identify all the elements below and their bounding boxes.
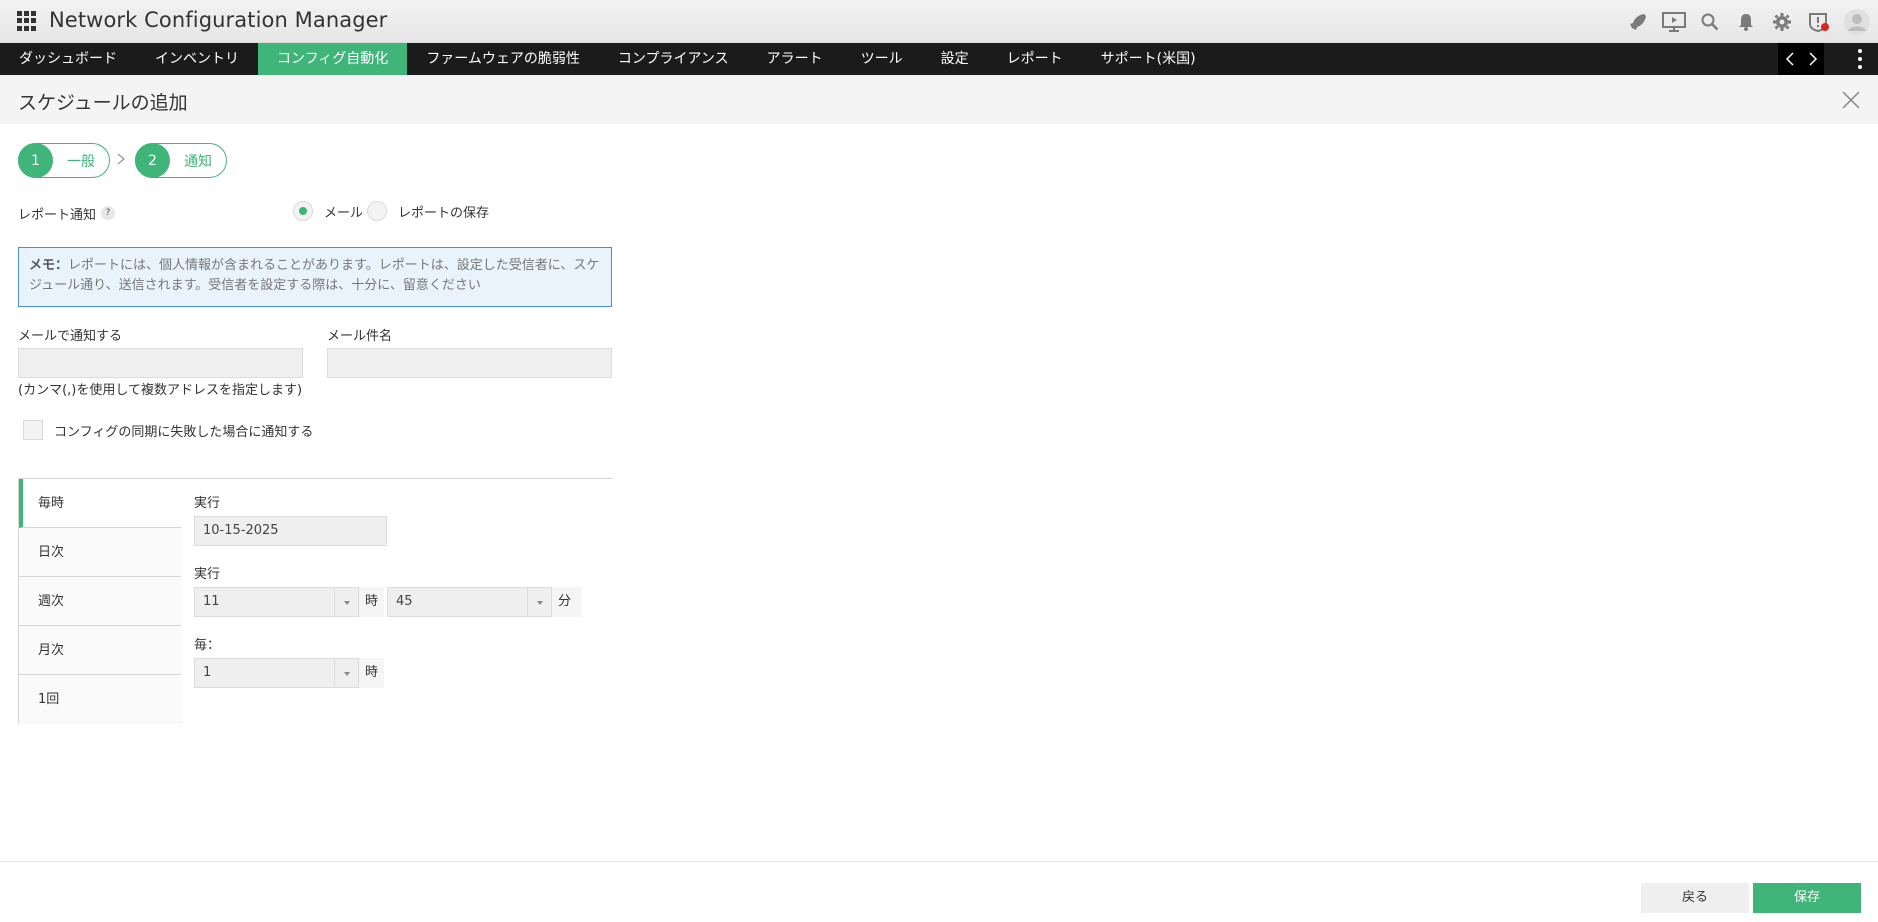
schedule-tabs: 毎時 日次 週次 月次 1回: [19, 479, 181, 724]
alert-badge: [1821, 23, 1829, 31]
note-text: レポートには、個人情報が含まれることがあります。レポートは、設定した受信者に、ス…: [29, 258, 600, 293]
nav-item-firmware-vulnerability[interactable]: ファームウェアの脆弱性: [407, 43, 599, 75]
chevron-down-icon: [334, 659, 358, 687]
page-title: スケジュールの追加: [18, 92, 188, 114]
radio-save-report-label[interactable]: レポートの保存: [398, 202, 489, 221]
minute-value: 45: [396, 594, 413, 609]
tab-weekly[interactable]: 週次: [19, 577, 181, 626]
tab-monthly[interactable]: 月次: [19, 626, 181, 675]
radio-mail[interactable]: [293, 201, 313, 221]
nav-item-reports[interactable]: レポート: [988, 43, 1082, 75]
footer-bar: [0, 861, 1878, 922]
app-grid-icon[interactable]: [17, 11, 37, 31]
save-button[interactable]: 保存: [1753, 883, 1861, 913]
privacy-note: メモ：レポートには、個人情報が含まれることがあります。レポートは、設定した受信者…: [18, 247, 612, 307]
gear-icon[interactable]: [1764, 0, 1800, 43]
step-number: 1: [18, 143, 53, 178]
step-label: 一般: [67, 153, 95, 170]
nav-scroll-arrows: [1778, 43, 1824, 75]
report-notify-label: レポート通知: [18, 208, 97, 223]
close-icon[interactable]: [1840, 89, 1862, 111]
step-notification[interactable]: 2 通知: [135, 143, 227, 178]
app-title: Network Configuration Manager: [49, 8, 388, 32]
every-label: 毎：: [194, 638, 221, 653]
minute-unit: 分: [552, 587, 582, 617]
header-icon-bar: [1620, 0, 1878, 43]
bell-icon[interactable]: [1728, 0, 1764, 43]
chevron-down-icon: [334, 588, 358, 616]
sync-fail-checkbox[interactable]: [23, 420, 43, 440]
chevron-down-icon: [527, 588, 551, 616]
user-avatar-icon[interactable]: [1836, 0, 1878, 43]
radio-save-report[interactable]: [367, 201, 387, 221]
rocket-icon[interactable]: [1620, 0, 1656, 43]
schedule-tab-content: 実行 10-15-2025 実行 11 時 45 分 毎： 1 時: [182, 479, 612, 724]
sync-fail-label[interactable]: コンフィグの同期に失敗した場合に通知する: [54, 421, 313, 440]
run-date-label: 実行: [194, 496, 221, 511]
top-header: Network Configuration Manager: [0, 0, 1878, 43]
tab-once[interactable]: 1回: [19, 675, 181, 724]
minute-select[interactable]: 45: [387, 587, 552, 617]
run-time-label: 実行: [194, 567, 221, 582]
page-title-bar: スケジュールの追加: [0, 75, 1878, 124]
email-hint: (カンマ(,)を使用して複数アドレスを指定します): [18, 383, 303, 398]
chevron-right-icon[interactable]: [1808, 52, 1818, 66]
shield-alert-icon[interactable]: [1800, 0, 1836, 43]
note-title: メモ：: [29, 258, 69, 273]
every-select[interactable]: 1: [194, 658, 359, 688]
email-notify-label: メールで通知する: [18, 329, 123, 344]
hour-value: 11: [203, 594, 220, 609]
hour-unit: 時: [359, 587, 385, 617]
nav-item-settings[interactable]: 設定: [922, 43, 988, 75]
main-nav: ダッシュボード インベントリ コンフィグ自動化 ファームウェアの脆弱性 コンプラ…: [0, 43, 1878, 75]
email-subject-label: メール件名: [327, 329, 393, 344]
back-button[interactable]: 戻る: [1641, 883, 1749, 913]
email-notify-input[interactable]: [18, 348, 303, 378]
every-value: 1: [203, 665, 212, 680]
nav-item-dashboard[interactable]: ダッシュボード: [0, 43, 136, 75]
nav-item-tools[interactable]: ツール: [842, 43, 922, 75]
nav-item-support[interactable]: サポート(米国): [1082, 43, 1215, 75]
radio-mail-label[interactable]: メール: [324, 202, 363, 221]
schedule-panel: 毎時 日次 週次 月次 1回 実行 10-15-2025 実行 11 時 45 …: [18, 478, 612, 724]
step-label: 通知: [184, 153, 212, 170]
chevron-right-icon: [117, 153, 126, 165]
step-general[interactable]: 1 一般: [18, 143, 110, 178]
more-vertical-icon[interactable]: [1858, 49, 1862, 69]
every-unit: 時: [359, 658, 385, 688]
date-input[interactable]: 10-15-2025: [194, 516, 387, 546]
step-number: 2: [135, 143, 170, 178]
tab-daily[interactable]: 日次: [19, 528, 181, 577]
nav-item-alerts[interactable]: アラート: [748, 43, 842, 75]
tab-hourly[interactable]: 毎時: [19, 479, 181, 528]
email-subject-input[interactable]: [327, 348, 612, 378]
nav-item-compliance[interactable]: コンプライアンス: [599, 43, 748, 75]
nav-item-inventory[interactable]: インベントリ: [136, 43, 258, 75]
hour-select[interactable]: 11: [194, 587, 359, 617]
help-icon[interactable]: ?: [101, 206, 115, 220]
search-icon[interactable]: [1692, 0, 1728, 43]
chevron-left-icon[interactable]: [1785, 52, 1795, 66]
screen-icon[interactable]: [1656, 0, 1692, 43]
nav-item-config-automation[interactable]: コンフィグ自動化: [258, 43, 408, 75]
